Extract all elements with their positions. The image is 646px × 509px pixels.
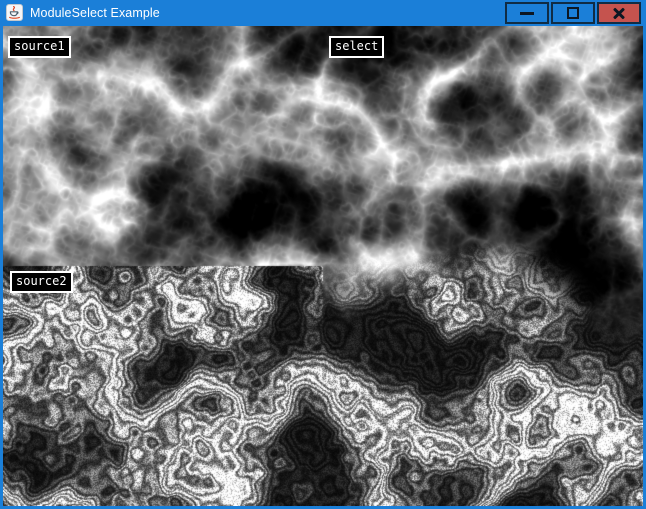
noise-canvas xyxy=(3,26,643,506)
java-coffee-cup-icon xyxy=(6,4,23,21)
maximize-icon xyxy=(567,7,579,19)
titlebar[interactable]: ModuleSelect Example xyxy=(0,0,646,26)
label-select: select xyxy=(329,36,384,58)
minimize-button[interactable] xyxy=(505,2,549,24)
render-area: source1 select source2 xyxy=(3,26,643,506)
window-controls xyxy=(505,2,641,24)
close-icon xyxy=(612,6,626,20)
label-source2: source2 xyxy=(10,271,73,293)
maximize-button[interactable] xyxy=(551,2,595,24)
window-title: ModuleSelect Example xyxy=(30,0,160,26)
minimize-icon xyxy=(520,12,534,15)
app-window: ModuleSelect Example source1 select sour… xyxy=(0,0,646,509)
close-button[interactable] xyxy=(597,2,641,24)
label-source1: source1 xyxy=(8,36,71,58)
